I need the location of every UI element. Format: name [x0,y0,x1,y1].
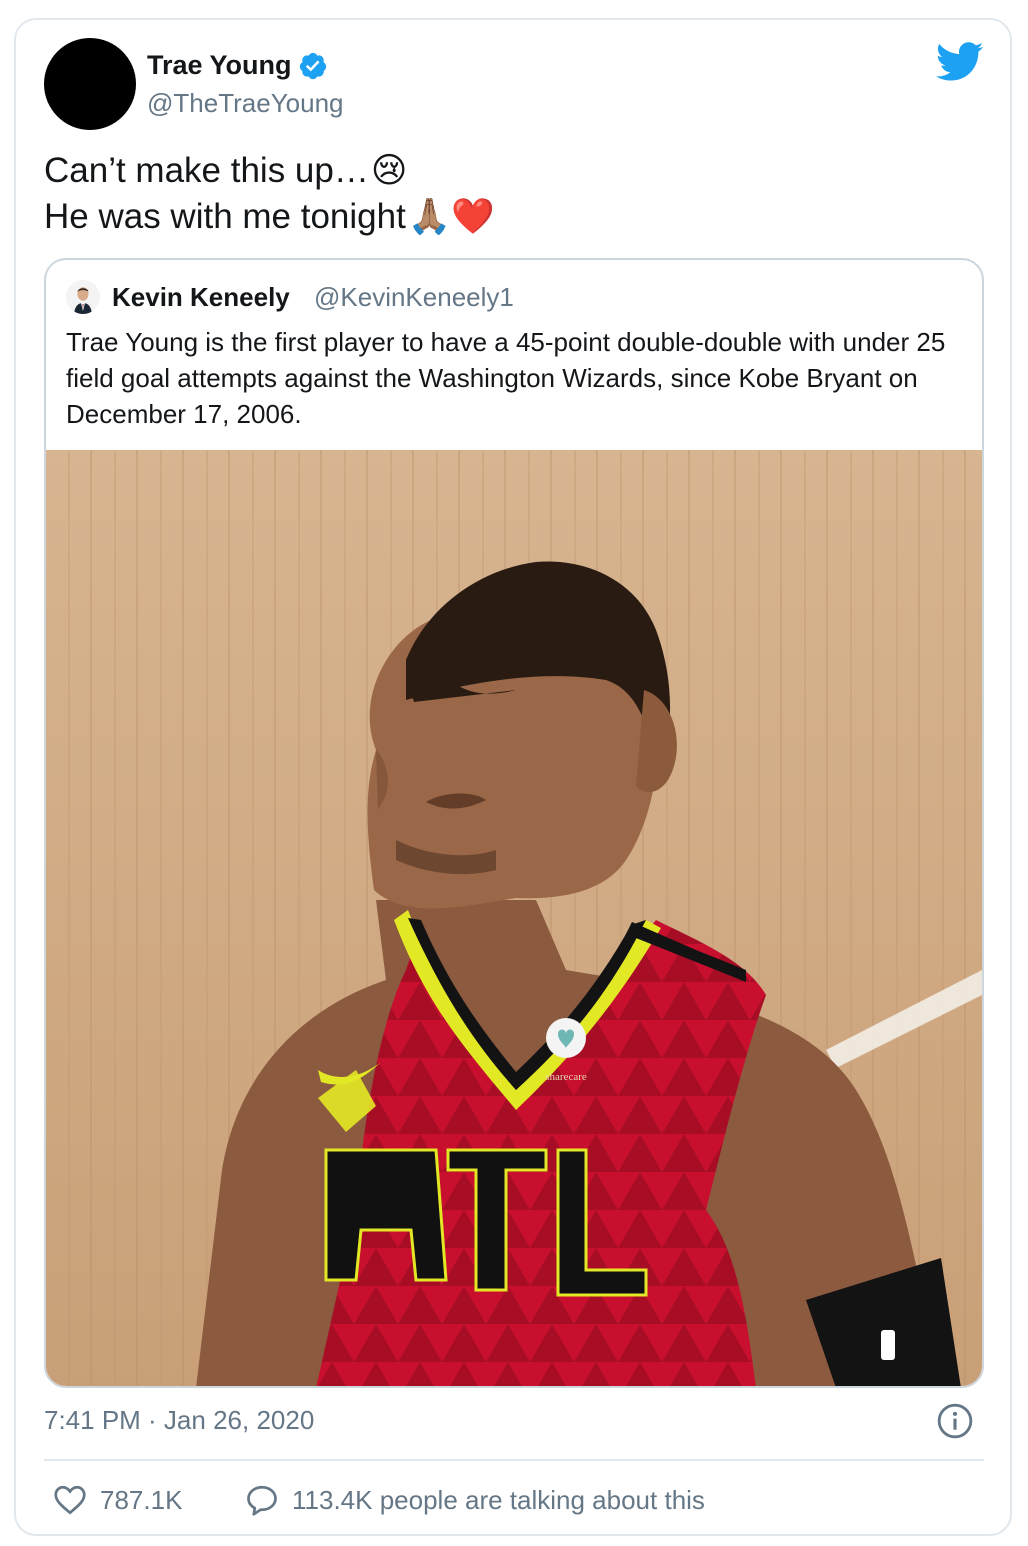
praying-hands-heart-emoji: 🙏🏽❤️ [407,197,495,236]
tweet-timestamp[interactable]: 7:41 PM · Jan 26, 2020 [44,1405,314,1436]
tweet-text: Can’t make this up… 😢 He was with me ton… [44,148,495,240]
quoted-author-name: Kevin Keneely [112,282,290,312]
quoted-tweet-photo[interactable]: sharecare [46,450,982,1388]
sponsor-text: sharecare [545,1071,587,1083]
quoted-tweet-text: Trae Young is the first player to have a… [66,327,946,429]
twitter-bird-icon[interactable] [936,42,984,82]
heart-icon [54,1485,86,1515]
quoted-author-handle: @KevinKeneely1 [314,282,514,312]
like-count: 787.1K [100,1484,183,1515]
person-avatar-icon [66,280,100,314]
speech-bubble-icon [247,1485,277,1516]
author-name[interactable]: Trae Young [147,50,328,81]
quoted-tweet[interactable]: Kevin Keneely @KevinKeneely1 Trae Young … [44,258,984,1388]
author-handle[interactable]: @TheTraeYoung [147,88,344,119]
tweet-line: Can’t make this up… 😢 [44,148,495,194]
tweet-line-text: He was with me tonight [44,197,406,236]
conversation-text: 113.4K people are talking about this [292,1484,705,1515]
tweet-line: He was with me tonight 🙏🏽❤️ [44,194,495,240]
quoted-author-avatar [66,280,100,314]
conversation-link[interactable]: 113.4K people are talking about this [244,1482,705,1518]
like-button[interactable]: 787.1K [52,1482,182,1518]
verified-badge-icon [299,52,326,79]
crying-face-emoji: 😢 [370,151,408,190]
divider [44,1459,984,1461]
tweet-line-text: Can’t make this up… [44,151,369,190]
info-icon[interactable] [936,1402,974,1440]
author-avatar[interactable] [44,38,136,130]
author-name-text: Trae Young [147,50,292,80]
